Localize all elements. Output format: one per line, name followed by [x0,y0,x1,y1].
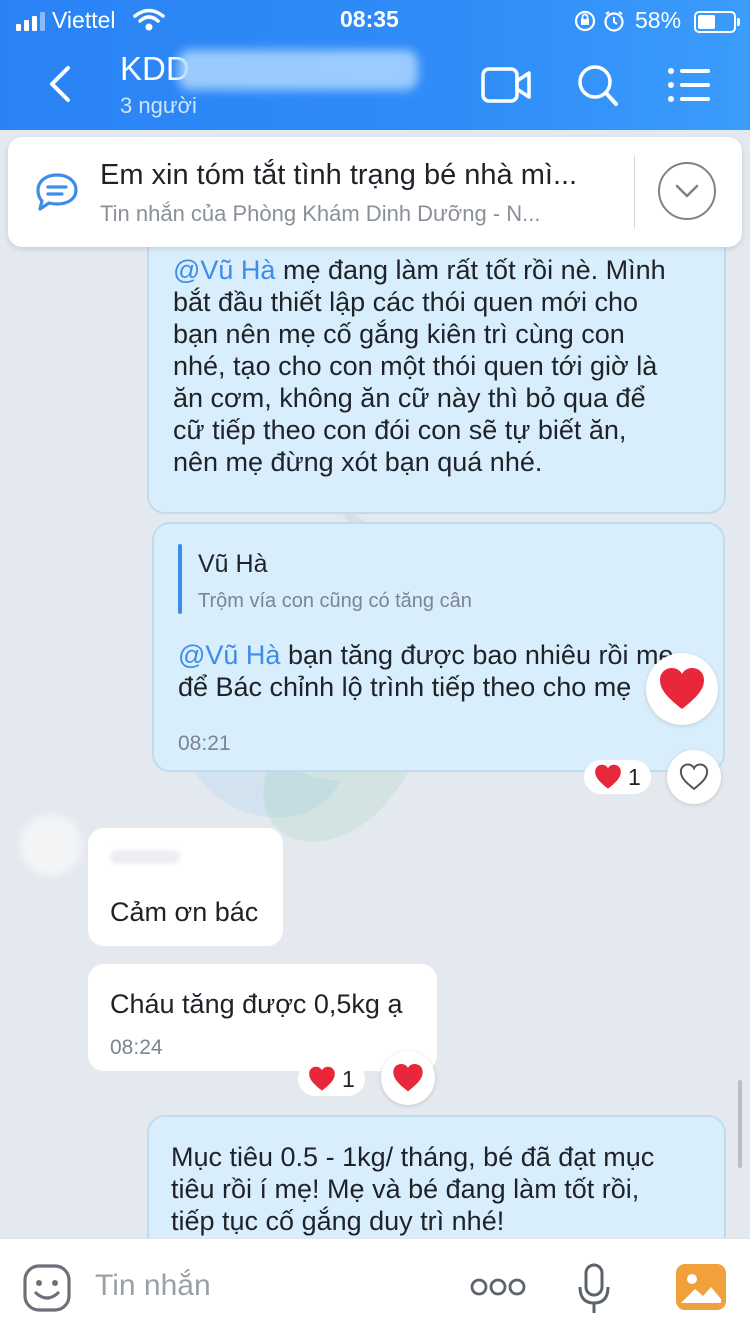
member-count[interactable]: 3 người [120,93,197,119]
heart-icon [595,764,621,789]
message-bubble-sent[interactable]: @Vũ Hà mẹ đang làm rất tốt rồi nè. Mình … [147,200,726,514]
pinned-title: Em xin tóm tắt tình trạng bé nhà mì... [100,159,578,191]
react-heart-button[interactable] [667,750,721,804]
redacted-title-blur [178,50,418,90]
divider [634,155,635,229]
message-text: Cảm ơn bác [110,897,259,927]
message-text: @Vũ Hà mẹ đang làm rất tốt rồi nè. Mình … [173,255,666,477]
mic-icon[interactable] [576,1263,612,1317]
pinned-subtitle: Tin nhắn của Phòng Khám Dinh Dưỡng - N..… [100,201,541,226]
quote-author: Vũ Hà [198,550,268,578]
reaction-count-chip[interactable]: 1 [298,1062,365,1096]
alarm-lock-icon [574,10,624,32]
heart-outline-icon [679,763,709,791]
menu-list-icon[interactable] [662,60,718,110]
battery-percent: 58% [635,7,682,33]
wifi-icon [133,8,165,31]
status-bar: Viettel 08:35 58% [0,0,750,40]
status-time: 08:35 [340,6,399,32]
message-bubble-received[interactable]: Cảm ơn bác [86,826,285,948]
reaction-button[interactable] [381,1051,435,1105]
search-icon[interactable] [570,60,626,110]
message-bubble-received[interactable]: Cháu tăng được 0,5kg ạ 08:24 [86,962,439,1073]
message-bubble-sent[interactable]: Vũ Hà Trộm vía con cũng có tăng cân @Vũ … [152,522,725,772]
message-time: 08:21 [178,732,231,755]
mention-link[interactable]: @Vũ Hà [178,640,280,670]
reaction-count: 1 [628,763,641,790]
heart-icon [309,1066,335,1091]
signal-icon [16,12,45,31]
message-text: Cháu tăng được 0,5kg ạ [110,989,403,1019]
chat-header: Viettel 08:35 58% KDD 3 người [0,0,750,130]
avatar[interactable] [20,814,82,876]
message-time: 08:24 [110,1036,163,1059]
emoji-icon[interactable] [22,1263,72,1313]
expand-pinned-button[interactable] [658,162,716,220]
message-text: @Vũ Hà bạn tăng được bao nhiêu rồi mẹ để… [178,640,674,702]
back-icon[interactable] [40,62,80,106]
video-call-icon[interactable] [478,60,534,110]
reaction-button[interactable] [646,653,718,725]
message-text: Mục tiêu 0.5 - 1kg/ tháng, bé đã đạt mục… [171,1142,655,1236]
redacted-sender-name [110,850,180,864]
carrier-label: Viettel [52,7,116,33]
mention-link[interactable]: @Vũ Hà [173,255,275,285]
pinned-message-banner[interactable]: Em xin tóm tắt tình trạng bé nhà mì... T… [8,137,742,247]
chevron-down-icon [675,184,699,198]
message-input-bar: Tin nhắn [0,1238,750,1335]
reaction-count-chip[interactable]: 1 [584,760,651,794]
scrollbar[interactable] [738,1080,742,1168]
image-icon[interactable] [675,1263,727,1311]
heart-icon [393,1064,423,1092]
message-input[interactable]: Tin nhắn [95,1269,211,1303]
battery-icon [694,11,740,33]
reaction-count: 1 [342,1065,355,1092]
more-icon[interactable] [470,1275,526,1299]
chat-bubble-icon [36,173,78,211]
heart-icon [660,668,704,709]
quote-text: Trộm vía con cũng có tăng cân [198,590,472,612]
quote-bar [178,544,182,614]
